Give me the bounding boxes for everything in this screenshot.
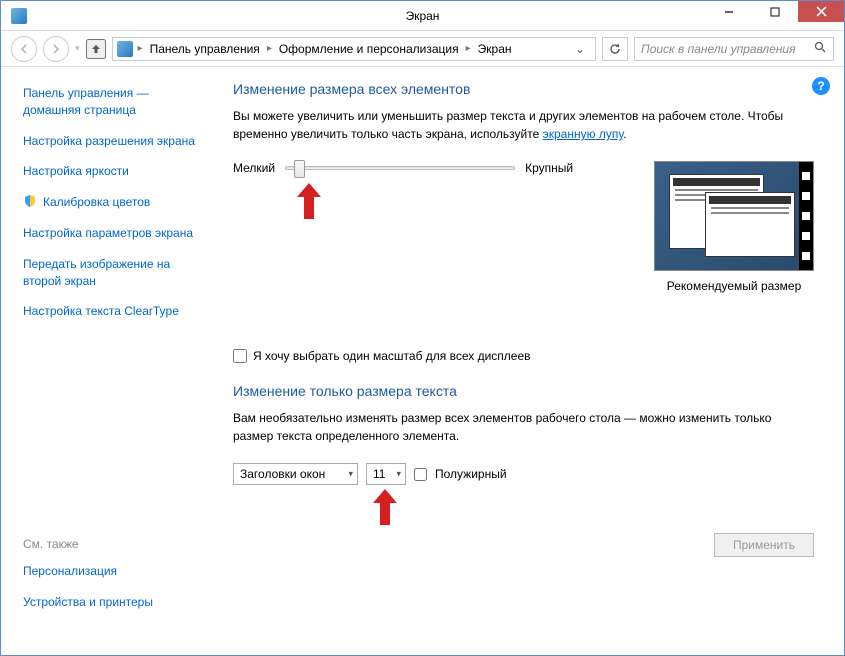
breadcrumb-item[interactable]: Экран bbox=[476, 42, 514, 56]
breadcrumb-item[interactable]: Панель управления bbox=[148, 42, 262, 56]
size-select[interactable]: 11 ▾ bbox=[366, 463, 406, 485]
slider-thumb[interactable] bbox=[294, 160, 305, 178]
sidebar-item-project[interactable]: Передать изображение на второй экран bbox=[23, 256, 209, 290]
chevron-right-icon[interactable]: ▸ bbox=[264, 43, 275, 54]
element-select[interactable]: Заголовки окон ▾ bbox=[233, 463, 358, 485]
help-icon[interactable]: ? bbox=[812, 77, 830, 95]
sidebar-item-brightness[interactable]: Настройка яркости bbox=[23, 163, 209, 180]
single-scale-checkbox-row: Я хочу выбрать один масштаб для всех дис… bbox=[233, 349, 814, 363]
breadcrumb-item[interactable]: Оформление и персонализация bbox=[277, 42, 461, 56]
sidebar-item-home[interactable]: Панель управления — домашняя страница bbox=[23, 85, 209, 119]
main-area: Панель управления — домашняя страница На… bbox=[1, 67, 844, 655]
text-size-controls: Заголовки окон ▾ 11 ▾ Полужирный bbox=[233, 463, 814, 485]
refresh-button[interactable] bbox=[602, 37, 628, 61]
annotation-arrow-icon bbox=[371, 489, 399, 525]
single-scale-label[interactable]: Я хочу выбрать один масштаб для всех дис… bbox=[253, 349, 531, 363]
apply-button[interactable]: Применить bbox=[714, 533, 814, 557]
navbar: ▾ ▸ Панель управления ▸ Оформление и пер… bbox=[1, 31, 844, 67]
window-title: Экран bbox=[406, 9, 440, 23]
sidebar-item-display-settings[interactable]: Настройка параметров экрана bbox=[23, 225, 209, 242]
see-also-heading: См. также bbox=[23, 537, 209, 551]
magnifier-link[interactable]: экранную лупу bbox=[543, 127, 624, 141]
sidebar-item-cleartype[interactable]: Настройка текста ClearType bbox=[23, 303, 209, 320]
chevron-down-icon[interactable]: ⌄ bbox=[569, 42, 591, 56]
section-heading-size-all: Изменение размера всех элементов bbox=[233, 81, 814, 97]
bold-checkbox[interactable] bbox=[414, 468, 427, 481]
sidebar-seealso-devices[interactable]: Устройства и принтеры bbox=[23, 594, 209, 611]
preview-caption: Рекомендуемый размер bbox=[654, 279, 814, 293]
history-dropdown-icon[interactable]: ▾ bbox=[75, 43, 80, 54]
chevron-down-icon: ▾ bbox=[348, 469, 353, 480]
size-slider[interactable] bbox=[285, 166, 515, 170]
close-button[interactable] bbox=[798, 1, 844, 22]
shield-icon bbox=[23, 194, 37, 208]
window-controls bbox=[706, 1, 844, 30]
sidebar-item-resolution[interactable]: Настройка разрешения экрана bbox=[23, 133, 209, 150]
slider-min-label: Мелкий bbox=[233, 161, 275, 175]
back-button[interactable] bbox=[11, 36, 37, 62]
maximize-button[interactable] bbox=[752, 1, 798, 22]
single-scale-checkbox[interactable] bbox=[233, 349, 247, 363]
preview-image bbox=[654, 161, 814, 271]
preview-column: Рекомендуемый размер bbox=[654, 161, 814, 293]
section-body-2: Вам необязательно изменять размер всех э… bbox=[233, 409, 803, 445]
bold-label[interactable]: Полужирный bbox=[435, 467, 507, 481]
slider-row: Мелкий Крупный Рекомендуемый размер bbox=[233, 161, 814, 293]
app-icon bbox=[11, 8, 27, 24]
breadcrumb[interactable]: ▸ Панель управления ▸ Оформление и персо… bbox=[112, 37, 596, 61]
forward-button[interactable] bbox=[43, 36, 69, 62]
up-button[interactable] bbox=[86, 39, 106, 59]
search-input[interactable] bbox=[641, 42, 814, 56]
chevron-right-icon[interactable]: ▸ bbox=[135, 43, 146, 54]
sidebar-footer: См. также Персонализация Устройства и пр… bbox=[23, 537, 209, 645]
sidebar: Панель управления — домашняя страница На… bbox=[1, 67, 219, 655]
size-slider-block: Мелкий Крупный bbox=[233, 161, 573, 175]
sidebar-seealso-personalization[interactable]: Персонализация bbox=[23, 563, 209, 580]
search-box[interactable] bbox=[634, 37, 834, 61]
slider-max-label: Крупный bbox=[525, 161, 573, 175]
search-icon[interactable] bbox=[814, 41, 827, 57]
chevron-down-icon: ▾ bbox=[396, 469, 401, 480]
annotation-arrow-icon bbox=[295, 183, 323, 219]
minimize-button[interactable] bbox=[706, 1, 752, 22]
chevron-right-icon[interactable]: ▸ bbox=[463, 43, 474, 54]
titlebar: Экран bbox=[1, 1, 844, 31]
section-heading-text-only: Изменение только размера текста bbox=[233, 383, 814, 399]
breadcrumb-root-icon bbox=[117, 41, 133, 57]
sidebar-item-calibrate[interactable]: Калибровка цветов bbox=[23, 194, 209, 211]
apply-row: Применить bbox=[233, 533, 814, 557]
content: ? Изменение размера всех элементов Вы мо… bbox=[219, 67, 844, 655]
section-body: Вы можете увеличить или уменьшить размер… bbox=[233, 107, 803, 143]
